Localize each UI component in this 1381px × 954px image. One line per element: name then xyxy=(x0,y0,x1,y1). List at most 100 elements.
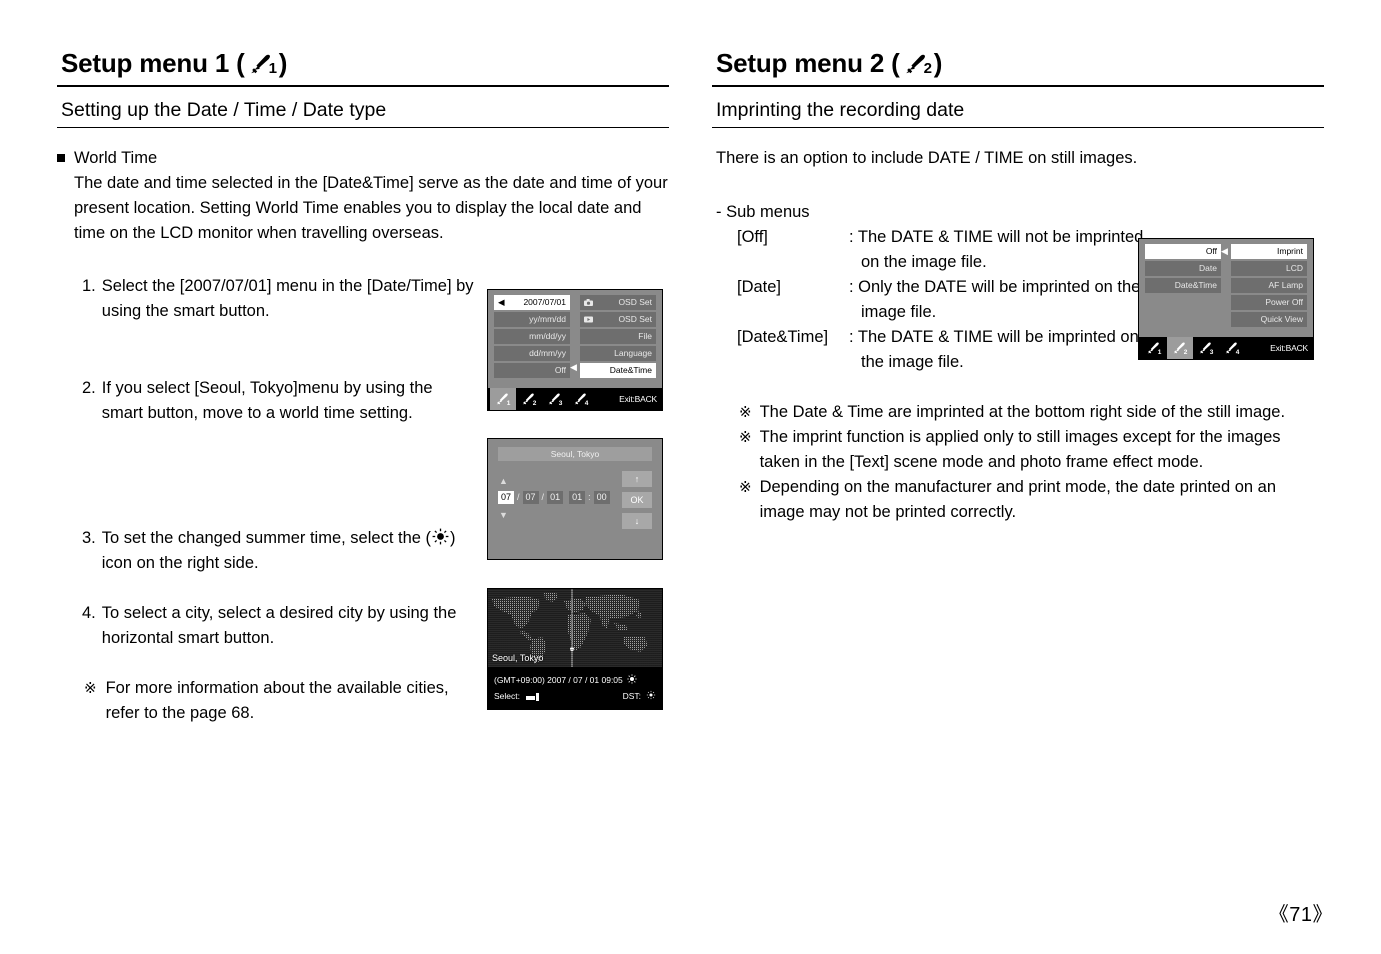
wrench-icon-2: 2 xyxy=(905,54,932,77)
lcd4-item-imprint-selected[interactable]: Imprint xyxy=(1231,244,1307,259)
lcd4-item-label: Date xyxy=(1199,263,1217,274)
lcd1-tab-4[interactable]: 4 xyxy=(568,388,594,410)
lcd4-tab-2[interactable]: 2 xyxy=(1167,337,1193,359)
step-3-text-before: To set the changed summer time, select t… xyxy=(101,529,432,547)
wrench-icon-tab: 2 xyxy=(522,393,536,407)
world-time-city-title: Seoul, Tokyo xyxy=(498,447,652,461)
lcd4-tab-3[interactable]: 3 xyxy=(1193,337,1219,359)
world-time-body: ▲ ▼ 07 / 07 / 01 01 : 00 ↑ OK ↓ xyxy=(488,461,662,543)
lcd1-item-mmddyy[interactable]: mm/dd/yy xyxy=(494,329,570,344)
lcd4-left-column: Off Date Date&Time xyxy=(1145,244,1221,337)
lcd4-item-label: Date&Time xyxy=(1174,280,1217,291)
lcd4-item-label: AF Lamp xyxy=(1268,280,1304,291)
intro-text: There is an option to include DATE / TIM… xyxy=(716,149,1138,167)
tab-subscript: 4 xyxy=(1235,349,1240,356)
world-time-paragraph: The date and time selected in the [Date&… xyxy=(74,174,668,242)
lcd1-tab-3[interactable]: 3 xyxy=(542,388,568,410)
wrench-subscript-2: 2 xyxy=(923,60,932,77)
step-2-number: 2. xyxy=(82,379,96,397)
lcd1-item-label: File xyxy=(638,331,652,342)
lcd1-item-yymmdd[interactable]: yy/mm/dd xyxy=(494,312,570,327)
lcd1-tab-2[interactable]: 2 xyxy=(516,388,542,410)
note-text-1: The Date & Time are imprinted at the bot… xyxy=(759,403,1286,421)
button-ok[interactable]: OK xyxy=(622,492,652,508)
separator-slash: / xyxy=(517,492,520,503)
map-gmt-text: (GMT+09:00) 2007 / 07 / 01 09:05 xyxy=(494,675,623,685)
button-down[interactable]: ↓ xyxy=(622,513,652,529)
down-triangle-icon[interactable]: ▼ xyxy=(499,511,508,520)
lcd1-item-osd-set-record[interactable]: OSD Set xyxy=(580,295,656,310)
note-mark-icon-3: ※ xyxy=(739,479,752,496)
world-time-buttons: ↑ OK ↓ xyxy=(622,471,652,529)
step-1-number: 1. xyxy=(82,277,96,295)
lcd1-item-file[interactable]: File xyxy=(580,329,656,344)
section-title-2: Imprinting the recording date xyxy=(716,99,965,121)
lcd1-item-date-format-selected[interactable]: ◀ 2007/07/01 xyxy=(494,295,570,310)
field-month[interactable]: 07 xyxy=(522,491,539,504)
tab-subscript: 4 xyxy=(584,400,589,407)
sun-icon-dst[interactable] xyxy=(646,690,656,702)
camera-icon xyxy=(584,299,593,306)
sun-icon-bright xyxy=(627,674,637,686)
lcd4-item-off-selected[interactable]: Off xyxy=(1145,244,1221,259)
play-icon xyxy=(584,316,593,323)
right-notes: ※ The Date & Time are imprinted at the b… xyxy=(712,400,1324,525)
note-1: ※ The Date & Time are imprinted at the b… xyxy=(712,400,1324,425)
note-2: ※ The imprint function is applied only t… xyxy=(712,425,1324,475)
wrench-subscript: 1 xyxy=(268,60,277,77)
note-text-3: Depending on the manufacturer and print … xyxy=(759,478,1277,521)
tab-subscript: 1 xyxy=(1157,349,1162,356)
lcd1-item-osd-set-play[interactable]: OSD Set xyxy=(580,312,656,327)
lcd4-tab-1[interactable]: 1 xyxy=(1141,337,1167,359)
lcd1-item-language[interactable]: Language xyxy=(580,346,656,361)
reference-mark-icon: ※ xyxy=(84,680,97,697)
lcd4-item-date[interactable]: Date xyxy=(1145,261,1221,276)
lcd1-item-date-and-time-selected[interactable]: Date&Time xyxy=(580,363,656,378)
map-info-bar: (GMT+09:00) 2007 / 07 / 01 09:05 Select:… xyxy=(488,667,662,709)
separator-slash: / xyxy=(541,492,545,503)
section-title: Setting up the Date / Time / Date type xyxy=(61,99,387,121)
lcd-screenshot-world-time: Seoul, Tokyo ▲ ▼ 07 / 07 / 01 01 : 00 ↑ … xyxy=(487,438,663,560)
sun-icon xyxy=(432,528,449,553)
field-hour[interactable]: 01 xyxy=(569,491,586,504)
lcd1-right-column: OSD Set OSD Set File Language Date&Time xyxy=(580,295,656,388)
tab-subscript: 2 xyxy=(1183,349,1188,356)
lcd1-item-label: OSD Set xyxy=(618,297,652,308)
select-group: Select: xyxy=(494,691,539,702)
lcd4-exit-label: Exit:BACK xyxy=(1270,343,1308,353)
lcd4-item-power-off[interactable]: Power Off xyxy=(1231,295,1307,310)
section-divider-2 xyxy=(712,127,1324,128)
field-year[interactable]: 07 xyxy=(498,491,515,504)
lcd1-item-label: Language xyxy=(614,348,652,359)
lcd4-menu-area: Off Date Date&Time Imprint LCD AF Lamp P… xyxy=(1139,239,1313,337)
lcd4-item-date-and-time[interactable]: Date&Time xyxy=(1145,278,1221,293)
lcd4-tab-4[interactable]: 4 xyxy=(1219,337,1245,359)
world-map[interactable]: Seoul, Tokyo xyxy=(488,589,662,667)
manual-page: Setup menu 1 ( 1 ) Setting up the Date /… xyxy=(0,0,1381,954)
lcd1-item-off[interactable]: Off xyxy=(494,363,570,378)
lcd1-item-label: Date&Time xyxy=(609,365,652,376)
lcd4-item-label: Off xyxy=(1205,246,1217,257)
lcd1-item-ddmmyy[interactable]: dd/mm/yy xyxy=(494,346,570,361)
lcd4-item-quick-view[interactable]: Quick View xyxy=(1231,312,1307,327)
lcd4-item-af-lamp[interactable]: AF Lamp xyxy=(1231,278,1307,293)
tab-subscript: 3 xyxy=(558,400,563,407)
lcd1-item-label: OSD Set xyxy=(618,314,652,325)
lcd1-exit-label: Exit:BACK xyxy=(619,394,657,404)
step-1-text: Select the [2007/07/01] menu in the [Dat… xyxy=(101,277,474,320)
button-up[interactable]: ↑ xyxy=(622,471,652,487)
lcd4-item-lcd[interactable]: LCD xyxy=(1231,261,1307,276)
chapter-title-close: ) xyxy=(278,48,288,78)
lcd1-item-label: dd/mm/yy xyxy=(529,348,566,359)
lcd1-tab-1[interactable]: 1 xyxy=(490,388,516,410)
field-minute[interactable]: 00 xyxy=(593,491,610,504)
step-4-text: To select a city, select a desired city … xyxy=(101,604,457,647)
chapter-title-close-2: ) xyxy=(933,48,943,78)
submenu-key-off: [Off] xyxy=(737,228,768,246)
field-day[interactable]: 01 xyxy=(547,491,564,504)
wrench-icon-tab: 3 xyxy=(548,393,563,407)
chapter-title-text-2: Setup menu 2 ( xyxy=(716,48,900,78)
lcd4-right-column: Imprint LCD AF Lamp Power Off Quick View xyxy=(1231,244,1307,337)
up-triangle-icon[interactable]: ▲ xyxy=(499,477,508,486)
map-gmt-line: (GMT+09:00) 2007 / 07 / 01 09:05 xyxy=(494,672,656,688)
